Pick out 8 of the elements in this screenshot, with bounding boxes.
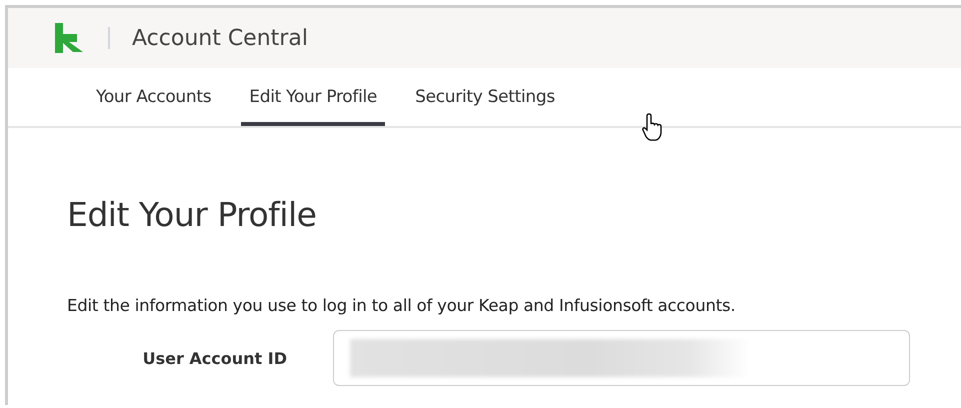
field-label: User Account ID [142,348,288,368]
nav-tab[interactable]: Edit Your Profile [241,68,386,126]
input-field[interactable] [333,330,910,386]
description-text: Edit the information you use to log in to all of your Keap and Infusionsoft accounts. [67,296,736,315]
nav-tab[interactable]: Security Settings [407,68,563,126]
nav-tab[interactable]: Your Accounts [88,68,220,126]
app-title: Account Central [132,26,308,50]
page-heading: Edit Your Profile [67,195,318,234]
